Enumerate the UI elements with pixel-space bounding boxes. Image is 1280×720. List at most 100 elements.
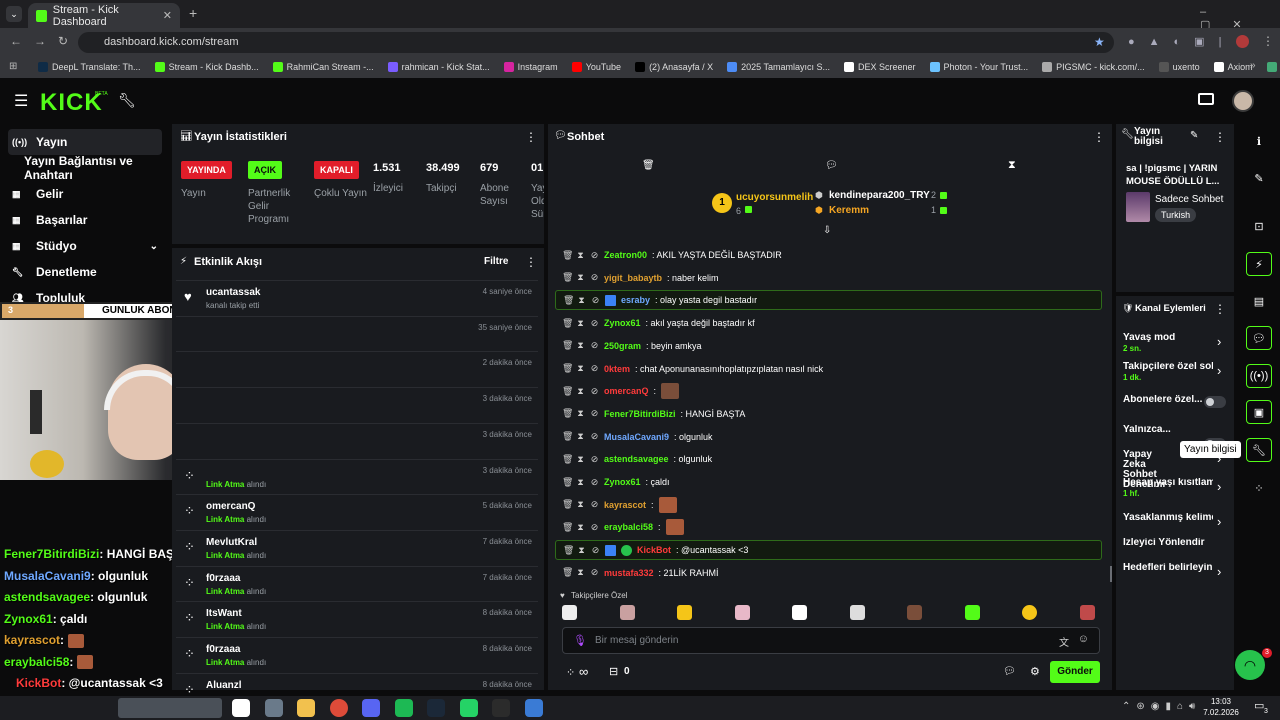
- file-explorer-icon[interactable]: [264, 699, 283, 717]
- chat-username[interactable]: mustafa332: [604, 568, 654, 578]
- browser-tab[interactable]: Stream - Kick Dashboard ✕: [28, 3, 180, 28]
- wrench-rail-icon[interactable]: 🔧︎: [1246, 438, 1272, 462]
- pencil-icon[interactable]: ✎: [1246, 166, 1272, 190]
- obs-icon[interactable]: [492, 699, 510, 717]
- timeout-icon[interactable]: ⧗: [576, 408, 585, 419]
- bookmark-item[interactable]: Zonguldak İngilizce...: [1266, 62, 1280, 72]
- bookmark-item[interactable]: Photon - Your Trust...: [929, 62, 1028, 72]
- action-label[interactable]: Abonelere özel...: [1123, 395, 1213, 405]
- ban-icon[interactable]: ⊘: [590, 318, 599, 329]
- chat-username[interactable]: astendsavagee: [604, 454, 669, 464]
- wrench-icon[interactable]: 🔧︎: [118, 92, 136, 109]
- action-label[interactable]: Hedefleri belirleyin: [1123, 563, 1213, 573]
- timeout-icon[interactable]: ⧗: [576, 340, 585, 351]
- extension-icons[interactable]: ●▲◐▣|: [1128, 35, 1235, 48]
- message-icon[interactable]: 💬︎: [825, 160, 838, 171]
- profile-avatar[interactable]: [1236, 35, 1249, 48]
- bookmark-item[interactable]: PIGSMC - kick.com/...: [1042, 62, 1145, 72]
- chat-message[interactable]: 🗑︎ ⧗ ⊘ esraby: olay yasta degil bastadır: [555, 290, 1102, 311]
- bookmark-item[interactable]: Instagram: [503, 62, 558, 72]
- ban-icon[interactable]: ⊘: [590, 340, 599, 351]
- chat-message[interactable]: 🗑︎ ⧗ ⊘ Fener7BitirdiBizi: HANGİ BAŞTA: [562, 404, 1102, 424]
- trash-small-icon[interactable]: 🗑︎: [562, 431, 573, 442]
- apps-grid-icon[interactable]: ⊞: [9, 61, 17, 72]
- timeout-icon[interactable]: ⧗: [576, 522, 585, 533]
- chat-username[interactable]: yigit_babaytb: [604, 273, 662, 283]
- sidebar-item[interactable]: ▦ Başarılar: [0, 207, 170, 233]
- chat-message[interactable]: 🗑︎ ⧗ ⊘ Zynox61: akıl yaşta değil baştadır k…: [562, 313, 1102, 333]
- pin-down-icon[interactable]: ⇩: [823, 225, 831, 236]
- actions-menu-icon[interactable]: ⋮: [1214, 302, 1226, 316]
- trash-small-icon[interactable]: 🗑︎: [562, 567, 573, 578]
- new-tab-icon[interactable]: +: [189, 5, 197, 21]
- timeout-icon[interactable]: ⧗: [576, 318, 585, 329]
- info-menu-icon[interactable]: ⋮: [1214, 130, 1226, 144]
- action-label[interactable]: Yasaklanmış kelimel: [1123, 513, 1213, 523]
- mic-icon[interactable]: 🎙︎: [573, 634, 587, 647]
- stats-menu-icon[interactable]: ⋮: [525, 130, 537, 144]
- sidebar-item[interactable]: Yayın Bağlantısı ve Anahtarı: [0, 154, 170, 182]
- spotify-icon[interactable]: [394, 699, 413, 717]
- ban-icon[interactable]: ⊘: [590, 477, 599, 488]
- trash-small-icon[interactable]: 🗑︎: [562, 363, 573, 374]
- timeout-icon[interactable]: ⧗: [576, 250, 585, 261]
- chat-username[interactable]: eraybalci58: [604, 522, 653, 532]
- trash-small-icon[interactable]: 🗑︎: [562, 318, 573, 329]
- top-gifter-name[interactable]: ucuyorsunmelih: [736, 192, 813, 203]
- more-bookmarks-icon[interactable]: »: [1250, 60, 1256, 71]
- emote-button[interactable]: [964, 605, 980, 620]
- chat-message[interactable]: 🗑︎ ⧗ ⊘ 250gram: beyin amkya: [562, 336, 1102, 356]
- bookmark-star-icon[interactable]: ★: [1094, 35, 1105, 49]
- tab-list-icon[interactable]: ⌄: [6, 6, 22, 22]
- hourglass-icon[interactable]: ⧗: [1008, 159, 1016, 172]
- bookmark-item[interactable]: RahmiCan Stream -...: [272, 62, 374, 72]
- emoji-icon[interactable]: ☺: [1078, 633, 1089, 645]
- action-label[interactable]: Takipçilere özel soh: [1123, 362, 1213, 372]
- ban-icon[interactable]: ⊘: [591, 545, 600, 556]
- trash-small-icon[interactable]: 🗑︎: [562, 454, 573, 465]
- share-icon[interactable]: ⁘: [1246, 476, 1272, 500]
- chat-scrollbar[interactable]: [1110, 566, 1112, 582]
- ban-icon[interactable]: ⊘: [590, 522, 599, 533]
- timeout-icon[interactable]: ⧗: [576, 499, 585, 510]
- settings-gear-icon[interactable]: ⚙: [1030, 665, 1040, 678]
- trash-small-icon[interactable]: 🗑︎: [563, 545, 574, 556]
- ban-icon[interactable]: ⊘: [590, 363, 599, 374]
- send-button[interactable]: Gönder: [1050, 661, 1100, 683]
- ban-icon[interactable]: ⊘: [590, 499, 599, 510]
- emote-button[interactable]: [792, 605, 807, 620]
- chat-message[interactable]: 🗑︎ ⧗ ⊘ omercanQ:: [562, 381, 1102, 401]
- chat-message[interactable]: 🗑︎ ⧗ ⊘ yigit_babaytb: naber kelim: [562, 268, 1102, 288]
- sidebar-item[interactable]: ((•)) Yayın: [8, 129, 162, 155]
- trash-small-icon[interactable]: 🗑︎: [562, 477, 573, 488]
- ban-icon[interactable]: ⊘: [590, 272, 599, 283]
- steam-icon[interactable]: [427, 699, 445, 717]
- browser-menu-icon[interactable]: ⋮: [1262, 34, 1274, 48]
- action-label[interactable]: Hesap yaşı kısıtlama: [1123, 478, 1213, 488]
- chat-message[interactable]: 🗑︎ ⧗ ⊘ Zynox61: çaldı: [562, 472, 1102, 492]
- trash-small-icon[interactable]: 🗑︎: [562, 522, 573, 533]
- bookmark-item[interactable]: YouTube: [571, 62, 621, 72]
- chat-bubble-icon[interactable]: 💬︎: [1003, 666, 1016, 677]
- chat-input[interactable]: 🎙︎ Bir mesaj gönderin 文 ☺: [562, 627, 1100, 654]
- bookmark-item[interactable]: DEX Screener: [843, 62, 916, 72]
- whatsapp-icon[interactable]: [459, 699, 478, 717]
- trash-icon[interactable]: 🗑︎: [642, 160, 655, 171]
- timeout-icon[interactable]: ⧗: [576, 431, 585, 442]
- trash-small-icon[interactable]: 🗑︎: [562, 340, 573, 351]
- ban-icon[interactable]: ⊘: [590, 250, 599, 261]
- chat-username[interactable]: Zynox61: [604, 318, 641, 328]
- ban-icon[interactable]: ⊘: [590, 386, 599, 397]
- sidebar-item[interactable]: ▦ Stüdyo ⌄: [0, 233, 170, 259]
- gifter-name[interactable]: kendinepara200_TRY: [829, 190, 930, 201]
- bookmark-item[interactable]: Axiom: [1213, 62, 1253, 72]
- bookmark-item[interactable]: 2025 Tamamlayıcı S...: [727, 62, 830, 72]
- chevron-down-icon[interactable]: ⌄: [150, 241, 158, 252]
- chat-message[interactable]: 🗑︎ ⧗ ⊘ kayrascot:: [562, 495, 1102, 515]
- chat-message[interactable]: 🗑︎ ⧗ ⊘ MusalaCavani9: olgunluk: [562, 427, 1102, 447]
- chat-rail-icon[interactable]: 💬︎: [1246, 326, 1272, 350]
- chevron-right-icon[interactable]: ›: [1217, 514, 1221, 529]
- info-icon[interactable]: ℹ: [1246, 129, 1272, 153]
- chevron-right-icon[interactable]: ›: [1217, 479, 1221, 494]
- hamburger-menu-icon[interactable]: ☰: [14, 91, 28, 111]
